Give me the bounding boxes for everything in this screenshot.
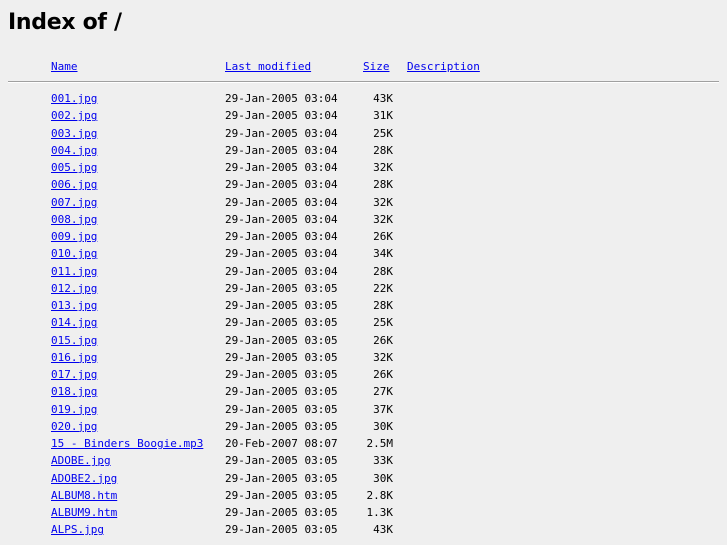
file-link[interactable]: 006.jpg: [51, 178, 97, 192]
file-size: 30K: [373, 471, 393, 485]
file-size: 28K: [373, 264, 393, 278]
file-size: 25K: [373, 316, 393, 330]
file-size: 26K: [373, 333, 393, 347]
file-size: 2.8K: [366, 488, 394, 502]
file-size: 43K: [373, 92, 393, 105]
file-modified: 29-Jan-2005 03:04: [225, 161, 338, 174]
file-modified: 29-Jan-2005 03:05: [225, 316, 338, 330]
file-link[interactable]: 019.jpg: [51, 403, 97, 417]
column-header-name[interactable]: Name: [51, 60, 78, 74]
file-modified: 29-Jan-2005 03:05: [225, 281, 338, 295]
file-modified: 29-Jan-2005 03:05: [225, 454, 338, 468]
file-modified: 29-Jan-2005 03:04: [225, 247, 338, 261]
file-link[interactable]: 003.jpg: [51, 127, 97, 141]
file-size: 28K: [373, 299, 393, 312]
file-link[interactable]: 017.jpg: [51, 368, 97, 382]
file-size: 30K: [373, 419, 393, 433]
file-link[interactable]: 009.jpg: [51, 230, 97, 244]
file-modified: 29-Jan-2005 03:05: [225, 385, 338, 399]
file-modified: 29-Jan-2005 03:05: [225, 488, 338, 502]
file-modified: 29-Jan-2005 03:05: [225, 402, 338, 416]
file-link[interactable]: ALBUM9.htm: [51, 506, 117, 520]
file-link[interactable]: 018.jpg: [51, 385, 97, 399]
file-modified: 29-Jan-2005 03:05: [225, 350, 338, 364]
file-modified: 29-Jan-2005 03:05: [225, 419, 338, 433]
file-modified: 29-Jan-2005 03:04: [225, 230, 338, 243]
file-modified: 29-Jan-2005 03:04: [225, 143, 338, 157]
header-divider: [8, 81, 719, 83]
file-link[interactable]: ADOBE2.jpg: [51, 472, 117, 486]
column-header-size[interactable]: Size: [363, 60, 390, 74]
file-link[interactable]: ADOBE.jpg: [51, 454, 111, 468]
file-link[interactable]: 001.jpg: [51, 92, 97, 106]
file-size: 31K: [373, 109, 393, 123]
file-modified: 20-Feb-2007 08:07: [225, 437, 338, 450]
file-modified: 29-Jan-2005 03:04: [225, 109, 338, 123]
column-header-last-modified[interactable]: Last modified: [225, 60, 311, 74]
file-link[interactable]: 013.jpg: [51, 299, 97, 313]
file-link[interactable]: 007.jpg: [51, 196, 97, 210]
file-modified: 29-Jan-2005 03:04: [225, 126, 338, 140]
file-link[interactable]: ALBUM8.htm: [51, 489, 117, 503]
file-size: 34K: [373, 247, 393, 261]
file-link[interactable]: 016.jpg: [51, 351, 97, 365]
file-modified: 29-Jan-2005 03:05: [225, 506, 338, 519]
file-size: 27K: [373, 385, 393, 399]
file-modified: 29-Jan-2005 03:05: [225, 368, 338, 381]
file-size: 28K: [373, 178, 393, 192]
file-link[interactable]: 004.jpg: [51, 144, 97, 158]
file-size: 2.5M: [366, 437, 394, 450]
file-size: 28K: [373, 143, 393, 157]
file-modified: 29-Jan-2005 03:04: [225, 212, 338, 226]
file-size: 32K: [373, 161, 393, 174]
file-link[interactable]: 012.jpg: [51, 282, 97, 296]
file-size: 25K: [373, 126, 393, 140]
file-link[interactable]: 014.jpg: [51, 316, 97, 330]
column-header-description[interactable]: Description: [407, 60, 480, 74]
page-title: Index of /: [8, 10, 122, 35]
file-size: 32K: [373, 195, 393, 209]
file-link[interactable]: 005.jpg: [51, 161, 97, 175]
file-size: 32K: [373, 350, 393, 364]
file-link[interactable]: ALPS.jpg: [51, 523, 104, 537]
file-link[interactable]: 011.jpg: [51, 265, 97, 279]
file-link[interactable]: 15 - Binders Boogie.mp3: [51, 437, 203, 451]
file-size: 32K: [373, 212, 393, 226]
file-modified: 29-Jan-2005 03:05: [225, 299, 338, 312]
file-size: 26K: [373, 230, 393, 243]
file-modified: 29-Jan-2005 03:05: [225, 471, 338, 485]
file-modified: 29-Jan-2005 03:04: [225, 92, 338, 105]
file-modified: 29-Jan-2005 03:04: [225, 178, 338, 192]
file-modified: 29-Jan-2005 03:04: [225, 264, 338, 278]
file-modified: 29-Jan-2005 03:04: [225, 195, 338, 209]
file-size: 37K: [373, 402, 393, 416]
file-modified: 29-Jan-2005 03:05: [225, 333, 338, 347]
file-size: 33K: [373, 454, 393, 468]
file-size: 26K: [373, 368, 393, 381]
file-link[interactable]: 015.jpg: [51, 334, 97, 348]
file-link[interactable]: 008.jpg: [51, 213, 97, 227]
file-size: 1.3K: [366, 506, 394, 519]
file-size: 43K: [373, 523, 393, 537]
file-link[interactable]: 020.jpg: [51, 420, 97, 434]
file-link[interactable]: 010.jpg: [51, 247, 97, 261]
file-size: 22K: [373, 281, 393, 295]
file-modified: 29-Jan-2005 03:05: [225, 523, 338, 537]
file-link[interactable]: 002.jpg: [51, 109, 97, 123]
